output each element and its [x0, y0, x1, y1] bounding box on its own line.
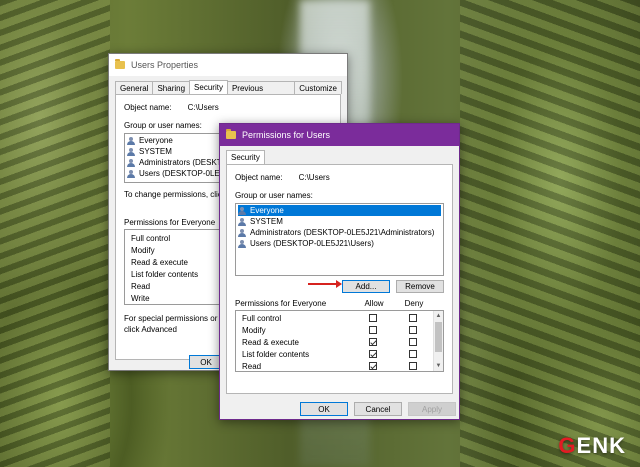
object-name-label: Object name: [235, 173, 283, 182]
group-names-label: Group or user names: [235, 191, 313, 200]
permission-name: List folder contents [242, 349, 310, 359]
object-name-value: C:\Users [298, 173, 330, 182]
permission-row: Modify [236, 324, 443, 336]
users-icon [238, 217, 247, 226]
list-item-selected[interactable]: Everyone [238, 205, 441, 216]
users-icon [127, 136, 136, 145]
user-name: SYSTEM [250, 217, 283, 226]
permission-row: Read & execute [236, 336, 443, 348]
allow-checkbox[interactable] [369, 362, 377, 370]
tab-general[interactable]: General [115, 81, 154, 94]
deny-checkbox[interactable] [409, 362, 417, 370]
permission-row: List folder contents [236, 348, 443, 360]
permissions-list: Full control Modify Read & execute List … [235, 310, 444, 372]
users-icon [238, 239, 247, 248]
remove-button[interactable]: Remove [396, 280, 444, 293]
users-icon [238, 228, 247, 237]
permission-name: Modify [242, 325, 266, 335]
user-list[interactable]: Everyone SYSTEM Administrators (DESKTOP-… [235, 203, 444, 276]
permission-row: Read [236, 360, 443, 371]
genk-watermark: G ENK [558, 433, 626, 459]
permission-name: Read & execute [242, 337, 299, 347]
allow-column-header: Allow [364, 299, 384, 308]
cancel-button[interactable]: Cancel [354, 402, 402, 416]
object-name-value: C:\Users [187, 103, 219, 112]
deny-column-header: Deny [404, 299, 424, 308]
allow-checkbox[interactable] [369, 326, 377, 334]
tab-security[interactable]: Security [226, 150, 265, 164]
permissions-scrollbar[interactable]: ▲ ▼ [433, 311, 443, 371]
users-properties-titlebar[interactable]: Users Properties [109, 54, 347, 76]
list-item[interactable]: Administrators (DESKTOP-0LE5J21\Administ… [238, 227, 441, 238]
folder-icon [115, 59, 125, 69]
users-icon [127, 147, 136, 156]
permission-row: Full control [236, 312, 443, 324]
allow-checkbox[interactable] [369, 338, 377, 346]
users-icon [238, 206, 247, 215]
permissions-titlebar[interactable]: Permissions for Users [220, 124, 459, 146]
allow-checkbox[interactable] [369, 314, 377, 322]
scroll-down-arrow-icon[interactable]: ▼ [434, 361, 443, 371]
window-title: Users Properties [131, 60, 199, 70]
scroll-thumb[interactable] [435, 322, 442, 352]
moss-rock-right [460, 0, 640, 467]
deny-checkbox[interactable] [409, 326, 417, 334]
permissions-header: Permissions for Everyone Allow Deny [235, 299, 444, 309]
list-item[interactable]: SYSTEM [238, 216, 441, 227]
list-item[interactable]: Users (DESKTOP-0LE5J21\Users) [238, 238, 441, 249]
add-button[interactable]: Add... [342, 280, 390, 293]
user-name: Everyone [250, 206, 284, 215]
deny-checkbox[interactable] [409, 350, 417, 358]
user-name: SYSTEM [139, 147, 172, 156]
object-name-row: Object name: C:\Users [124, 103, 332, 112]
moss-rock-left [0, 0, 110, 467]
back-ok-button[interactable]: OK [189, 355, 223, 369]
permissions-window: Permissions for Users Security Object na… [219, 123, 460, 420]
watermark-rest: ENK [576, 433, 626, 458]
dialog-buttons: OK Cancel Apply [300, 402, 456, 416]
scroll-up-arrow-icon[interactable]: ▲ [434, 311, 443, 321]
permission-name: Full control [242, 313, 282, 323]
folder-icon [226, 129, 236, 139]
user-name: Everyone [139, 136, 173, 145]
apply-button[interactable]: Apply [408, 402, 456, 416]
user-name: Users (DESKTOP-0LE5J21\Users) [250, 239, 374, 248]
deny-checkbox[interactable] [409, 338, 417, 346]
security-panel: Object name: C:\Users Group or user name… [226, 164, 453, 394]
window-title: Permissions for Users [242, 130, 331, 140]
properties-tabs: General Sharing Security Previous Versio… [109, 80, 347, 104]
red-arrow-annotation [308, 280, 342, 288]
allow-checkbox[interactable] [369, 350, 377, 358]
object-name-label: Object name: [124, 103, 172, 112]
users-icon [127, 169, 136, 178]
tab-sharing[interactable]: Sharing [152, 81, 191, 94]
permission-name: Read [242, 361, 262, 371]
ok-button[interactable]: OK [300, 402, 348, 416]
deny-checkbox[interactable] [409, 314, 417, 322]
tab-security[interactable]: Security [189, 80, 228, 94]
permissions-for-label: Permissions for Everyone [235, 299, 327, 308]
users-icon [127, 158, 136, 167]
tab-customize[interactable]: Customize [294, 81, 342, 94]
permissions-tabs: Security [220, 146, 459, 164]
tab-previous-versions[interactable]: Previous Versions [226, 81, 296, 104]
watermark-g: G [558, 433, 577, 458]
user-name: Administrators (DESKTOP-0LE5J21\Administ… [250, 228, 435, 237]
object-name-row: Object name: C:\Users [235, 173, 444, 182]
